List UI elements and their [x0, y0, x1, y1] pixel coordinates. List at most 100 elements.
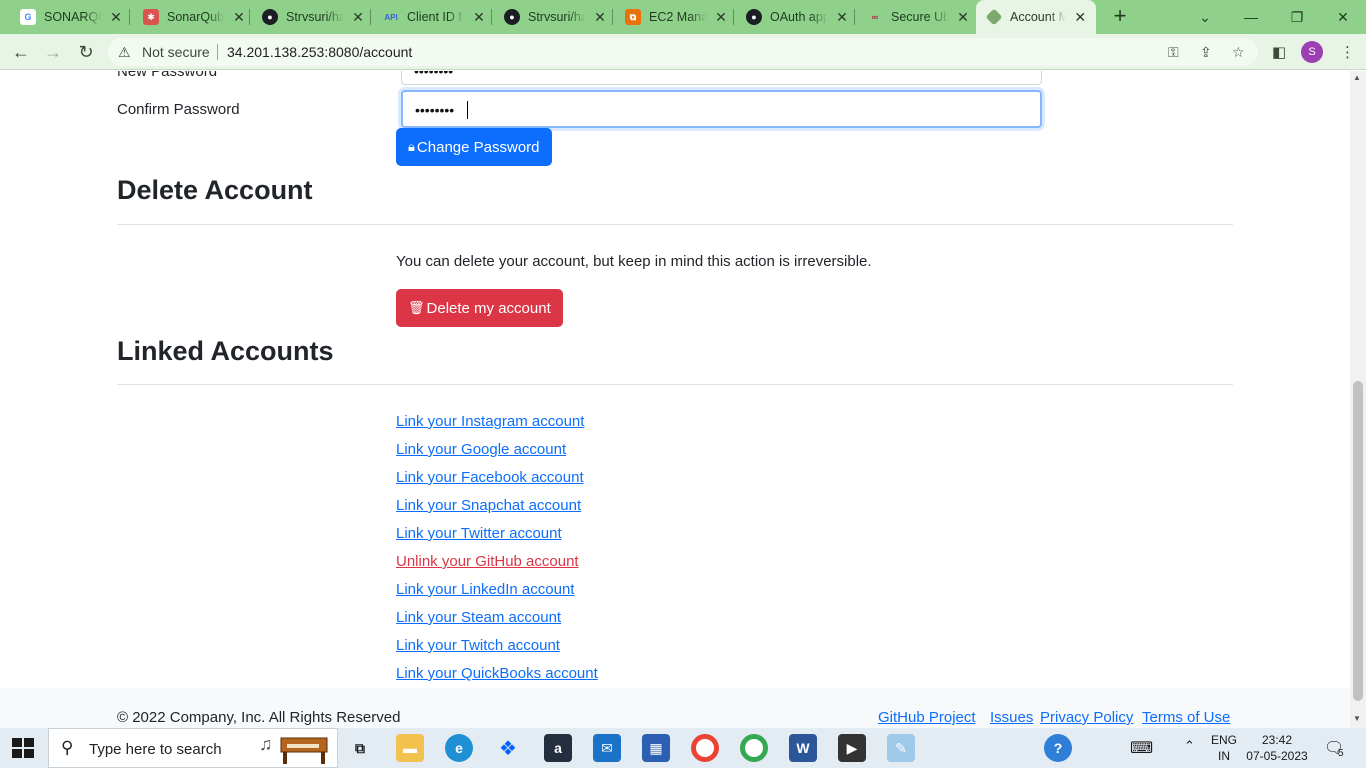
github-icon: ● [746, 9, 762, 25]
google-icon: G [20, 9, 36, 25]
linked-accounts-title: Linked Accounts [117, 336, 334, 366]
link-linkedin[interactable]: Link your LinkedIn account [396, 581, 574, 598]
link-instagram[interactable]: Link your Instagram account [396, 413, 584, 430]
new-password-input[interactable]: •••••••• [401, 71, 1042, 85]
menu-icon[interactable]: ⋮ [1340, 43, 1355, 61]
link-steam[interactable]: Link your Steam account [396, 609, 561, 626]
link-snapchat[interactable]: Link your Snapchat account [396, 497, 581, 514]
footer-link-issues[interactable]: Issues [990, 709, 1033, 726]
footer-link-github-project[interactable]: GitHub Project [878, 709, 976, 726]
key-icon[interactable]: ⚿ [1168, 44, 1179, 61]
share-icon[interactable]: ⇪ [1200, 44, 1212, 61]
close-icon[interactable]: ✕ [592, 9, 608, 26]
forward-button[interactable]: → [40, 39, 66, 65]
close-icon[interactable]: ✕ [108, 9, 124, 26]
scrollbar-thumb[interactable] [1353, 381, 1363, 701]
file-explorer-icon[interactable]: ▬ [396, 734, 424, 762]
chrome-icon[interactable] [691, 734, 719, 762]
store-icon[interactable]: ▦ [642, 734, 670, 762]
unlink-github[interactable]: Unlink your GitHub account [396, 553, 579, 570]
confirm-password-label: Confirm Password [117, 101, 240, 118]
tab-sonarqube-search[interactable]: G SONARQU ✕ [8, 0, 132, 34]
close-icon[interactable]: ✕ [471, 9, 487, 26]
tab-oauth[interactable]: ● OAuth app ✕ [734, 0, 858, 34]
link-google[interactable]: Link your Google account [396, 441, 566, 458]
confirm-password-value: •••••••• [415, 102, 455, 118]
link-twitter[interactable]: Link your Twitter account [396, 525, 562, 542]
tab-github-repo-2[interactable]: ● Strvsuri/ha ✕ [492, 0, 616, 34]
task-view-icon[interactable]: ⧉ [346, 734, 374, 762]
reload-button[interactable]: ↻ [73, 39, 99, 65]
link-facebook[interactable]: Link your Facebook account [396, 469, 584, 486]
close-icon[interactable]: ✕ [350, 9, 366, 26]
scroll-up-arrow[interactable]: ▲ [1353, 73, 1361, 82]
tab-title: OAuth app [770, 10, 828, 24]
aws-icon: ⧉ [625, 9, 641, 25]
language-indicator[interactable]: ENG IN [1206, 732, 1242, 764]
warning-icon[interactable]: ⚠ [118, 44, 131, 61]
chrome-profile-icon[interactable] [740, 734, 768, 762]
taskbar-search[interactable]: ⚲ Type here to search ♫ [48, 728, 338, 768]
tab-title: Strvsuri/ha [528, 10, 586, 24]
clock-date: 07-05-2023 [1246, 749, 1308, 763]
notepad-icon[interactable]: ✎ [887, 734, 915, 762]
cube-icon [985, 8, 1003, 26]
close-icon[interactable]: ✕ [955, 9, 971, 26]
tab-secure[interactable]: ∞ Secure Ub ✕ [855, 0, 979, 34]
dropbox-icon[interactable]: ❖ [494, 734, 522, 762]
link-twitch[interactable]: Link your Twitch account [396, 637, 560, 654]
edge-icon[interactable]: e [445, 734, 473, 762]
api-icon: API [383, 9, 399, 25]
tab-title: SonarQub [167, 10, 224, 24]
close-window-button[interactable]: ✕ [1320, 0, 1366, 34]
tab-search-button[interactable]: ⌄ [1182, 0, 1228, 34]
restore-button[interactable]: ❐ [1274, 0, 1320, 34]
github-icon: ● [262, 9, 278, 25]
confirm-password-input[interactable]: •••••••• [401, 90, 1042, 128]
change-password-button[interactable]: 🔒︎ Change Password [396, 128, 552, 166]
terminal-icon[interactable]: ▶ [838, 734, 866, 762]
chevron-up-icon[interactable]: ⌃ [1184, 738, 1195, 754]
tab-account[interactable]: Account M ✕ [976, 0, 1096, 34]
copyright-text: © 2022 Company, Inc. All Rights Reserved [117, 709, 401, 726]
side-panel-icon[interactable]: ◧ [1272, 43, 1286, 61]
footer-link-terms-of-use[interactable]: Terms of Use [1142, 709, 1230, 726]
trash-icon: 🗑︎ [408, 300, 425, 315]
tab-client-id[interactable]: API Client ID f ✕ [371, 0, 495, 34]
bookmark-star-icon[interactable]: ☆ [1232, 44, 1245, 61]
tab-title: Client ID f [407, 10, 462, 24]
minimize-button[interactable]: — [1228, 0, 1274, 34]
tab-github-repo[interactable]: ● Strvsuri/ha ✕ [250, 0, 374, 34]
back-button[interactable]: ← [8, 39, 34, 65]
delete-account-button[interactable]: 🗑︎ Delete my account [396, 289, 563, 327]
keyboard-icon[interactable]: ⌨ [1130, 738, 1153, 758]
new-tab-button[interactable]: + [1108, 4, 1132, 30]
tab-sonarqube[interactable]: ✱ SonarQub ✕ [131, 0, 255, 34]
change-password-label: Change Password [416, 138, 540, 156]
close-icon[interactable]: ✕ [1072, 9, 1088, 26]
word-icon[interactable]: W [789, 734, 817, 762]
profile-avatar[interactable]: S [1301, 41, 1323, 63]
github-icon: ● [504, 9, 520, 25]
footer-link-privacy-policy[interactable]: Privacy Policy [1040, 709, 1133, 726]
tab-title: Account M [1010, 10, 1067, 24]
svg-text:♫: ♫ [259, 734, 273, 754]
new-password-value: •••••••• [414, 71, 454, 79]
scroll-down-arrow[interactable]: ▼ [1353, 714, 1361, 723]
windows-start-icon[interactable] [12, 738, 34, 758]
link-quickbooks[interactable]: Link your QuickBooks account [396, 665, 598, 682]
tab-ec2[interactable]: ⧉ EC2 Manag ✕ [613, 0, 737, 34]
close-icon[interactable]: ✕ [231, 9, 247, 26]
mail-icon[interactable]: ✉ [593, 734, 621, 762]
region-code: IN [1218, 749, 1230, 763]
clock[interactable]: 23:42 07-05-2023 [1244, 732, 1310, 764]
close-icon[interactable]: ✕ [834, 9, 850, 26]
amazon-icon[interactable]: a [544, 734, 572, 762]
tab-title: Strvsuri/ha [286, 10, 344, 24]
address-bar[interactable]: ⚠ Not secure 34.201.138.253:8080/account… [108, 38, 1258, 66]
close-icon[interactable]: ✕ [713, 9, 729, 26]
help-icon[interactable]: ? [1044, 734, 1072, 762]
page-scrollbar[interactable]: ▲ ▼ [1350, 71, 1366, 728]
security-label[interactable]: Not secure [142, 44, 210, 60]
url-text[interactable]: 34.201.138.253:8080/account [227, 44, 412, 60]
